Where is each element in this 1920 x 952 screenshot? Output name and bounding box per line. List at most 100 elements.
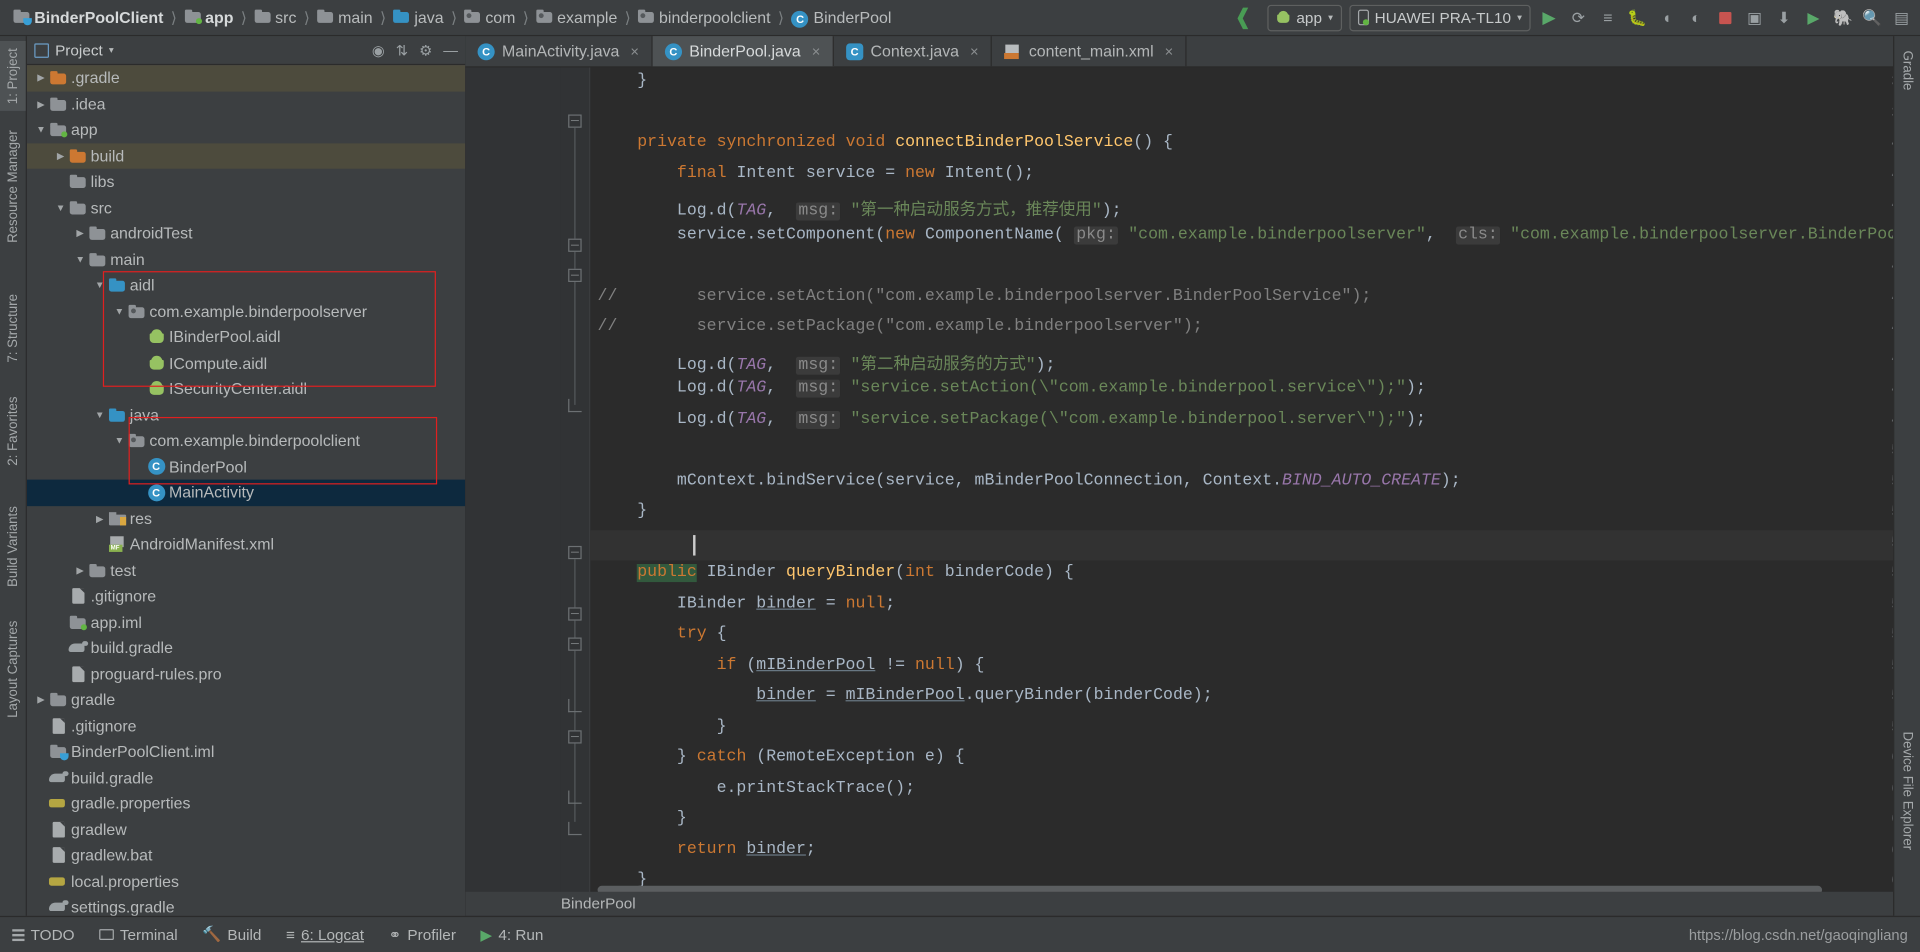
tree-expand-arrow[interactable]: ▶ bbox=[34, 772, 47, 783]
tree-node-proguard-rules-pro[interactable]: ▶ proguard-rules.pro bbox=[27, 661, 465, 687]
tab-mainactivity-java[interactable]: C MainActivity.java × bbox=[465, 36, 653, 67]
status-todo[interactable]: TODO bbox=[0, 926, 87, 943]
tree-expand-arrow[interactable]: ▶ bbox=[34, 99, 47, 110]
tree-expand-arrow[interactable]: ▼ bbox=[73, 254, 86, 265]
tree-node-gradle[interactable]: ▶ gradle bbox=[27, 687, 465, 713]
breadcrumb-item-src[interactable]: src bbox=[251, 2, 300, 33]
breadcrumb-item-project[interactable]: BinderPoolClient bbox=[10, 2, 167, 33]
tree-node-local-properties[interactable]: ▶ local.properties bbox=[27, 868, 465, 894]
hide-icon[interactable]: — bbox=[443, 42, 458, 59]
tree-expand-arrow[interactable]: ▶ bbox=[34, 694, 47, 705]
fold-marker[interactable]: ─ bbox=[568, 114, 582, 128]
code-line[interactable]: Log.d(TAG, msg: "service.setAction(\"com… bbox=[598, 379, 1426, 398]
tree-expand-arrow[interactable]: ▶ bbox=[54, 643, 67, 654]
tree-node-isecuritycenter-aidl[interactable]: ▶ ISecurityCenter.aidl bbox=[27, 376, 465, 402]
run-configuration-selector[interactable]: app ▾ bbox=[1267, 4, 1342, 31]
profile-button[interactable]: ◐ bbox=[1685, 7, 1707, 29]
tree-expand-arrow[interactable]: ▶ bbox=[132, 332, 145, 343]
rail-item-gradle[interactable]: Gradle bbox=[1894, 43, 1920, 97]
code-line[interactable]: } catch (RemoteException e) { bbox=[598, 748, 965, 766]
back-arrow-icon[interactable]: ❰ bbox=[1227, 5, 1260, 30]
fold-end-marker[interactable] bbox=[568, 790, 582, 804]
tree-node-mainactivity[interactable]: ▶CMainActivity bbox=[26, 479, 466, 506]
status-logcat[interactable]: ≡ 6: Logcat bbox=[274, 926, 377, 943]
rail-item-resource-manager[interactable]: Resource Manager bbox=[0, 123, 26, 250]
status-terminal[interactable]: Terminal bbox=[87, 926, 190, 943]
tree-expand-arrow[interactable]: ▶ bbox=[54, 617, 67, 628]
project-tree[interactable]: ▶ .gradle ▶ .idea ▼ app ▶ build ▶ libs ▼ src ▶ androi… bbox=[26, 65, 466, 916]
tree-node-gradlew[interactable]: ▶ gradlew bbox=[27, 816, 465, 842]
tree-node-gradle-properties[interactable]: ▶ gradle.properties bbox=[27, 791, 465, 817]
fold-marker[interactable]: ─ bbox=[568, 637, 582, 651]
tree-node-build[interactable]: ▶ build bbox=[26, 142, 466, 169]
code-line[interactable]: Log.d(TAG, msg: "第一种启动服务方式，推荐使用"); bbox=[598, 195, 1122, 221]
tree-expand-arrow[interactable]: ▶ bbox=[73, 565, 86, 576]
tree-expand-arrow[interactable]: ▶ bbox=[54, 176, 67, 187]
tree-expand-arrow[interactable]: ▶ bbox=[34, 850, 47, 861]
code-line[interactable]: } bbox=[598, 718, 727, 736]
tree-node-gitignore[interactable]: ▶ .gitignore bbox=[27, 713, 465, 739]
tree-expand-arrow[interactable]: ▶ bbox=[54, 591, 67, 602]
close-icon[interactable]: × bbox=[970, 43, 979, 60]
target-icon[interactable]: ◉ bbox=[372, 42, 385, 59]
fold-marker[interactable]: ─ bbox=[568, 545, 582, 560]
tree-node-androidmanifest-xml[interactable]: ▶MFAndroidManifest.xml bbox=[27, 531, 465, 557]
tree-expand-arrow[interactable]: ▶ bbox=[34, 720, 47, 731]
code-line[interactable]: IBinder binder = null; bbox=[598, 595, 895, 613]
code-line[interactable]: } bbox=[598, 810, 687, 828]
code-line[interactable]: // service.setAction("com.example.binder… bbox=[598, 287, 1372, 305]
tab-binderpool-java[interactable]: C BinderPool.java × bbox=[652, 36, 834, 67]
tree-expand-arrow[interactable]: ▶ bbox=[34, 876, 47, 887]
code-line[interactable]: if (mIBinderPool != null) { bbox=[598, 656, 985, 674]
tree-node-java[interactable]: ▼ java bbox=[27, 402, 465, 428]
fold-end-marker[interactable] bbox=[568, 698, 582, 713]
code-line[interactable]: return binder; bbox=[598, 841, 816, 859]
code-line[interactable]: public IBinder queryBinder(int binderCod… bbox=[598, 563, 1074, 582]
tree-expand-arrow[interactable]: ▶ bbox=[54, 669, 67, 680]
code-line[interactable]: Log.d(TAG, msg: "第二种启动服务的方式"); bbox=[598, 349, 1055, 375]
code-line[interactable]: } bbox=[598, 72, 647, 90]
tree-node-main[interactable]: ▼ main bbox=[27, 246, 465, 272]
tree-node-src[interactable]: ▼ src bbox=[27, 195, 465, 221]
tree-node-libs[interactable]: ▶ libs bbox=[27, 169, 465, 195]
tree-node-build-gradle[interactable]: ▶ build.gradle bbox=[27, 635, 465, 661]
close-icon[interactable]: × bbox=[812, 43, 821, 60]
breadcrumb-item-com[interactable]: com bbox=[461, 2, 519, 33]
breadcrumb-item-main[interactable]: main bbox=[314, 2, 377, 33]
apply-changes-button[interactable]: ⟳ bbox=[1567, 7, 1589, 29]
rail-item-project[interactable]: 1: Project bbox=[0, 40, 26, 112]
tree-expand-arrow[interactable]: ▶ bbox=[132, 384, 145, 395]
rail-item-layout-captures[interactable]: Layout Captures bbox=[0, 614, 26, 726]
tree-expand-arrow[interactable]: ▶ bbox=[34, 798, 47, 809]
layout-inspector-button[interactable]: ▶ bbox=[1802, 7, 1824, 29]
chevron-down-icon[interactable]: ▾ bbox=[109, 45, 114, 56]
tree-node-app[interactable]: ▼ app bbox=[27, 117, 465, 143]
code-line[interactable]: final Intent service = new Intent(); bbox=[598, 164, 1034, 182]
device-selector[interactable]: HUAWEI PRA-TL10 ▾ bbox=[1348, 4, 1531, 31]
tree-expand-arrow[interactable]: ▶ bbox=[34, 824, 47, 835]
rail-item-device-file-explorer[interactable]: Device File Explorer bbox=[1894, 724, 1920, 857]
tree-expand-arrow[interactable]: ▶ bbox=[34, 73, 47, 84]
tree-expand-arrow[interactable]: ▶ bbox=[73, 228, 86, 239]
status-run[interactable]: ▶ 4: Run bbox=[468, 926, 556, 943]
code-line[interactable]: } bbox=[598, 503, 647, 521]
hide-sidebar-button[interactable]: ▤ bbox=[1891, 7, 1913, 29]
tree-expand-arrow[interactable]: ▶ bbox=[54, 150, 67, 161]
sdk-manager-button[interactable]: ⬇ bbox=[1773, 7, 1795, 29]
status-build[interactable]: 🔨 Build bbox=[190, 926, 274, 944]
tree-node-binderpoolclient-iml[interactable]: ▶ BinderPoolClient.iml bbox=[27, 739, 465, 765]
debug-button[interactable]: 🐛 bbox=[1626, 7, 1648, 29]
sync-gradle-button[interactable]: 🐘 bbox=[1832, 7, 1854, 29]
tree-node-settings-gradle[interactable]: ▶ settings.gradle bbox=[27, 894, 465, 916]
tree-node-app-iml[interactable]: ▶ app.iml bbox=[27, 609, 465, 635]
attach-debugger-button[interactable]: ◖ bbox=[1656, 7, 1678, 29]
tree-node-gradlew-bat[interactable]: ▶ gradlew.bat bbox=[27, 842, 465, 868]
tree-node-androidtest[interactable]: ▶ androidTest bbox=[27, 221, 465, 247]
apply-code-changes-button[interactable]: ≡ bbox=[1597, 7, 1619, 29]
code-line[interactable]: // service.setPackage("com.example.binde… bbox=[598, 318, 1203, 336]
avd-manager-button[interactable]: ▣ bbox=[1744, 7, 1766, 29]
fold-marker[interactable]: ─ bbox=[568, 730, 582, 744]
rail-item-favorites[interactable]: 2: Favorites bbox=[0, 389, 26, 473]
status-profiler[interactable]: ⚭ Profiler bbox=[376, 926, 468, 943]
code-line[interactable]: private synchronized void connectBinderP… bbox=[598, 134, 1173, 152]
